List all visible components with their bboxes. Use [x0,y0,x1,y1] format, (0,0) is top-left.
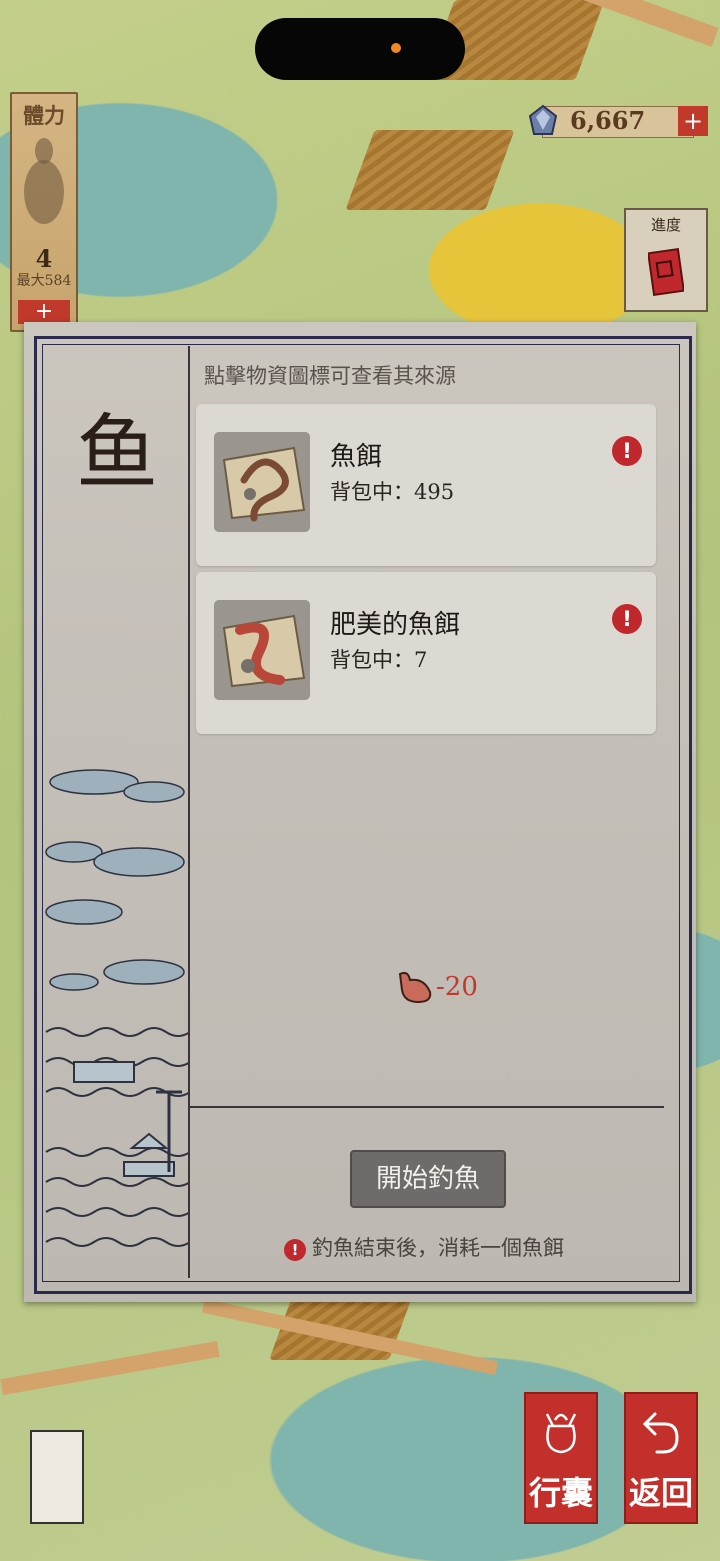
item-name: 肥美的魚餌 [330,610,461,640]
cloud-river-illustration [45,769,188,1247]
book-icon [648,248,684,296]
stamina-title: 體力 [23,103,65,128]
fat-bait-item-card[interactable]: 肥美的魚餌 背包中：7 ! [196,572,656,734]
stamina-cost-value: -20 [436,972,478,1002]
gem-icon [528,104,558,135]
item-count: 背包中：7 [330,648,428,672]
alert-icon[interactable]: ! [612,604,642,634]
progress-label: 進度 [650,216,681,234]
item-count: 背包中：495 [330,480,455,504]
back-button[interactable]: 返回 [624,1392,698,1524]
bait-worm-icon[interactable] [214,432,310,532]
start-fishing-button[interactable]: 開始釣魚 [350,1150,506,1208]
back-arrow-icon [642,1412,679,1454]
add-stamina-button[interactable]: + [18,300,70,324]
bait-item-card[interactable]: 魚餌 背包中：495 ! [196,404,656,566]
bag-button[interactable]: 行囊 [524,1392,598,1524]
note-text: 釣魚結束後，消耗一個魚餌 [312,1236,564,1260]
fishing-dialog: 鱼 點擊物資圖標可查看其來源 魚餌 背包中：495 ! 肥美的魚餌 背包中：7 … [24,322,696,1302]
alert-icon[interactable]: ! [612,436,642,466]
bag-icon [545,1413,577,1454]
stamina-max: 最大584 [16,273,72,289]
stamina-gourd-icon [398,971,432,1004]
signpost-decoration [30,1430,84,1524]
add-currency-button[interactable]: + [678,106,708,136]
gourd-icon [24,138,64,224]
bait-consume-note: ! 釣魚結束後，消耗一個魚餌 [284,1232,564,1262]
item-name: 魚餌 [330,442,383,472]
stamina-panel[interactable]: 體力 4 最大584 + [10,92,78,332]
stamina-value: 4 [35,244,53,273]
bag-label: 行囊 [528,1474,593,1512]
currency-value: 6,667 [570,106,646,135]
stamina-cost: -20 [396,968,506,1008]
hint-text: 點擊物資圖標可查看其來源 [204,364,456,388]
progress-button[interactable]: 進度 [624,208,708,312]
alert-icon: ! [284,1238,306,1261]
currency-display: 6,667 + [528,104,708,138]
category-title: 鱼 [76,406,159,501]
camera-notch [255,18,465,80]
fat-bait-worm-icon[interactable] [214,600,310,700]
back-label: 返回 [628,1474,693,1512]
